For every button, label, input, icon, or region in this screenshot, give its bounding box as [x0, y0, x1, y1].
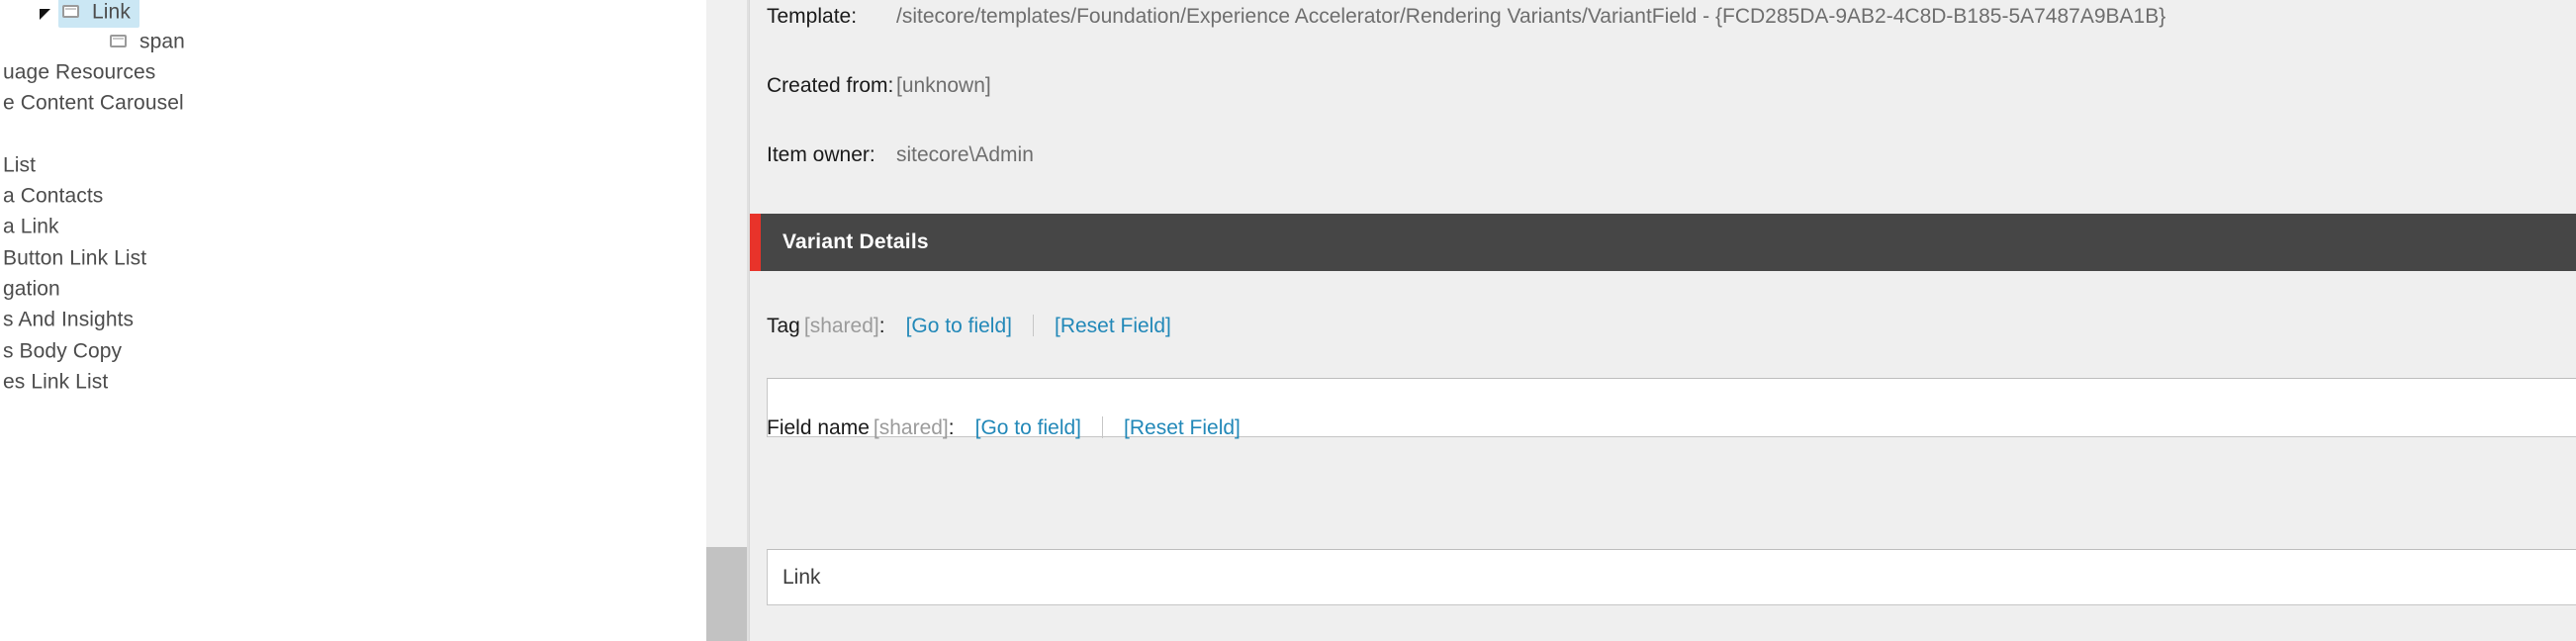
tree-item-label: es Link List	[3, 370, 109, 394]
tree-node[interactable]: List	[0, 151, 45, 181]
tree-expand-collapse-icon[interactable]	[40, 9, 50, 20]
tree-vertical-scrollbar[interactable]	[706, 0, 747, 641]
tree-item[interactable]: s And Insights	[0, 304, 142, 334]
tree-node[interactable]: e Content Carousel	[0, 89, 193, 119]
field-shared-field-name: [shared]	[873, 416, 949, 439]
field-name-field-name: Field name	[767, 416, 870, 439]
tree-node[interactable]: a Link	[0, 213, 68, 242]
tree-item-label: a Link	[3, 215, 59, 238]
tree-item-label: Button Link List	[3, 246, 147, 270]
tree-item-label: s And Insights	[3, 308, 135, 331]
tree-scrollbar-thumb[interactable]	[706, 547, 747, 641]
meta-value-item-owner: sitecore\Admin	[896, 143, 1034, 166]
tree-node[interactable]: a Contacts	[0, 182, 112, 212]
tree-item-label: gation	[3, 277, 60, 301]
tree-item[interactable]: e Content Carousel	[0, 87, 193, 118]
meta-label-created-from: Created from:	[767, 74, 894, 97]
tree-node[interactable]: uage Resources	[0, 58, 164, 88]
meta-label-template: Template:	[767, 5, 858, 28]
tree-item[interactable]: span	[0, 26, 194, 56]
tree-item[interactable]: gation	[0, 273, 69, 304]
tree-item-label: Link	[92, 0, 131, 24]
reset-field-link-field-name[interactable]: [Reset Field]	[1124, 416, 1241, 439]
variant-details-section-header: Variant Details	[750, 214, 2576, 271]
tree-item[interactable]: List	[0, 149, 45, 180]
tree-item[interactable]: Link	[0, 0, 139, 29]
field-link-separator	[1032, 315, 1034, 336]
field-colon-tag: :	[878, 315, 885, 337]
tree-item-label: span	[139, 30, 185, 53]
go-to-field-link-field-name[interactable]: [Go to field]	[975, 416, 1081, 439]
section-title: Variant Details	[782, 230, 929, 253]
item-details-panel: Template: /sitecore/templates/Foundation…	[750, 0, 2576, 641]
content-editor-window: Link span uage Resources e Content Carousel…	[0, 0, 2576, 641]
tree-item[interactable]: Button Link List	[0, 242, 155, 273]
tree-item-label: e Content Carousel	[3, 91, 184, 115]
tree-node[interactable]: s And Insights	[0, 306, 142, 335]
meta-value-created-from: [unknown]	[896, 74, 991, 97]
field-link-separator	[1102, 416, 1104, 438]
tree-item-label: a Contacts	[3, 184, 104, 208]
tree-item[interactable]: uage Resources	[0, 56, 164, 87]
tree-node[interactable]: gation	[0, 275, 69, 305]
go-to-field-link-tag[interactable]: [Go to field]	[906, 315, 1012, 337]
tree-node[interactable]: Link	[58, 0, 139, 29]
tree-item-label: uage Resources	[3, 60, 156, 84]
tree-node[interactable]: span	[106, 28, 194, 57]
field-name-input[interactable]	[767, 549, 2576, 605]
page-node-icon	[62, 4, 79, 18]
meta-value-template: /sitecore/templates/Foundation/Experienc…	[896, 5, 2166, 28]
tree-node[interactable]: Button Link List	[0, 244, 155, 274]
content-tree-panel: Link span uage Resources e Content Carousel…	[0, 0, 706, 641]
tree-item-label: List	[3, 153, 37, 177]
tree-item[interactable]: a Link	[0, 211, 68, 241]
tree-node[interactable]: s Body Copy	[0, 337, 131, 367]
section-accent-bar	[750, 214, 761, 271]
meta-label-item-owner: Item owner:	[767, 143, 875, 166]
reset-field-link-tag[interactable]: [Reset Field]	[1055, 315, 1171, 337]
tree-item[interactable]: s Body Copy	[0, 335, 131, 366]
tree-node[interactable]: es Link List	[0, 368, 117, 398]
field-label-row-field-name: Field name [shared]: [Go to field] [Reset F…	[767, 416, 1241, 442]
field-shared-tag: [shared]	[803, 315, 879, 337]
tree-item[interactable]: es Link List	[0, 366, 117, 397]
page-node-icon	[110, 34, 127, 47]
tree-item[interactable]: a Contacts	[0, 180, 112, 211]
field-colon-field-name: :	[948, 416, 955, 439]
field-label-row-tag: Tag [shared]: [Go to field] [Reset Field]	[767, 315, 1171, 340]
field-name-tag: Tag	[767, 315, 800, 337]
tree-item-label: s Body Copy	[3, 339, 123, 363]
